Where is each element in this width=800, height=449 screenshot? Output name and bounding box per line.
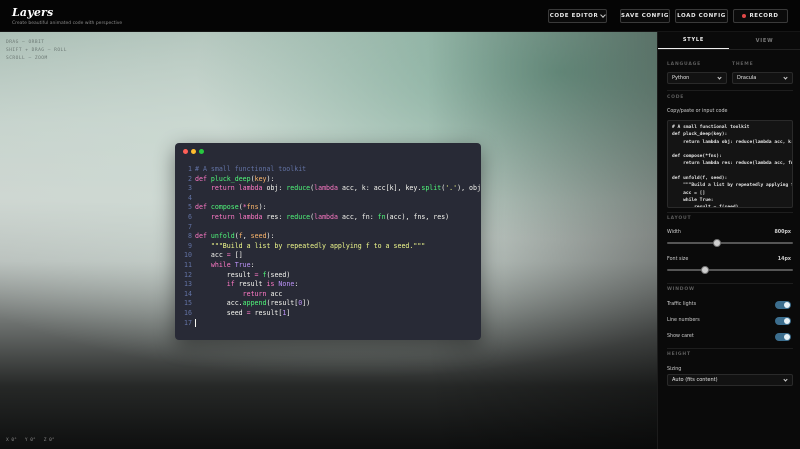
close-light-icon [183,149,188,154]
sizing-label: Sizing [667,367,682,372]
line-numbers-toggle[interactable] [775,317,791,325]
record-label: RECORD [749,13,779,19]
hint-roll: SHIFT + DRAG — ROLL [6,48,67,53]
code-line: 5 def compose(*fns): [188,203,267,212]
theme-value: Dracula [737,75,757,81]
app-title: Layers [12,6,54,19]
code-line: 6 return lambda res: reduce(lambda acc, … [188,212,450,221]
panel-tabs: STYLE VIEW [658,32,800,50]
brand: Layers Create beautiful animated code wi… [12,6,122,26]
hint-orbit: DRAG — ORBIT [6,40,45,45]
divider [667,283,793,284]
chevron-down-icon [783,376,788,382]
width-slider[interactable] [667,239,793,247]
save-config-button[interactable]: SAVE CONFIG [620,9,670,23]
divider [667,212,793,213]
record-dot-icon [742,14,747,18]
settings-panel: STYLE VIEW LANGUAGE THEME Python Dracula… [657,32,800,449]
code-line: 8 def unfold(f, seed): [188,232,275,241]
window-heading: WINDOW [667,287,695,292]
font-size-label: Font size [667,257,689,262]
sizing-value: Auto (fits content) [672,377,718,383]
preview-canvas[interactable]: DRAG — ORBIT SHIFT + DRAG — ROLL SCROLL … [0,32,657,449]
code-window: 1 # A small functional toolkit 2 def pluck… [175,143,481,340]
chevron-down-icon [717,74,722,80]
line-numbers-label: Line numbers [667,318,700,323]
tab-style[interactable]: STYLE [658,32,729,49]
code-line: 1 # A small functional toolkit [188,165,307,173]
load-config-button[interactable]: LOAD CONFIG [675,9,728,23]
code-textarea-content: # A small functional toolkit def pluck_d… [672,125,792,208]
code-line: 7 [188,222,192,231]
traffic-lights-label: Traffic lights [667,302,697,307]
show-caret-label: Show caret [667,334,694,339]
font-size-slider[interactable] [667,266,793,274]
code-line: 15 acc.append(result[0]) [184,299,311,308]
sizing-select[interactable]: Auto (fits content) [667,374,793,386]
code-line: 2 def pluck_deep(key): [188,174,275,183]
font-size-slider-thumb[interactable] [700,266,709,274]
rotation-z: Z 0° [43,438,55,443]
toggle-knob [784,302,790,308]
traffic-lights [183,149,204,154]
code-line: 3 return lambda obj: reduce(lambda acc, … [188,184,481,193]
divider [667,348,793,349]
language-heading: LANGUAGE [667,62,701,67]
theme-select[interactable]: Dracula [732,72,793,84]
top-bar: Layers Create beautiful animated code wi… [0,0,800,32]
code-line: 11 while True: [184,260,255,269]
chevron-down-icon [783,74,788,80]
code-line: 10 acc = [] [184,251,243,260]
minimize-light-icon [191,149,196,154]
rotation-readout: X 0° Y 0° Z 0° [6,438,55,443]
code-heading: CODE [667,95,685,100]
width-slider-thumb[interactable] [713,239,722,247]
hint-zoom: SCROLL — ZOOM [6,56,48,61]
language-select[interactable]: Python [667,72,727,84]
divider [667,90,793,91]
text-caret [195,318,196,327]
toggle-knob [784,318,790,324]
toggle-knob [784,334,790,340]
load-config-label: LOAD CONFIG [677,13,726,19]
width-value: 800px [774,230,791,235]
traffic-lights-toggle[interactable] [775,301,791,309]
rotation-x: X 0° [6,438,17,443]
code-textarea[interactable]: # A small functional toolkit def pluck_d… [667,120,793,208]
code-editor-label: CODE EDITOR [549,13,599,19]
code-block: 1 # A small functional toolkit 2 def pluck… [175,165,481,328]
show-caret-toggle[interactable] [775,333,791,341]
code-input-label: Copy/paste or input code [667,109,728,114]
code-line: 9 """Build a list by repeatedly applying… [188,241,426,250]
height-heading: HEIGHT [667,352,691,357]
tab-view[interactable]: VIEW [729,32,800,49]
app-subtitle: Create beautiful animated code with pers… [12,21,123,26]
font-size-value: 14px [777,257,791,262]
code-editor-button[interactable]: CODE EDITOR [548,9,607,23]
code-line: 12 result = f(seed) [184,270,291,279]
layout-heading: LAYOUT [667,216,692,221]
record-button[interactable]: RECORD [733,9,788,23]
save-config-label: SAVE CONFIG [621,13,670,19]
code-line: 14 return acc [184,289,283,298]
maximize-light-icon [199,149,204,154]
control-hints: DRAG — ORBIT SHIFT + DRAG — ROLL SCROLL … [6,39,67,63]
chevron-down-icon [600,12,607,18]
theme-heading: THEME [732,62,754,67]
code-line: 17 [175,318,481,329]
code-line: 16 seed = result[1] [184,308,291,317]
width-label: Width [667,230,681,235]
code-line: 13 if result is None: [184,280,299,289]
language-value: Python [672,75,690,81]
code-line: 4 [188,193,192,202]
rotation-y: Y 0° [24,438,36,443]
